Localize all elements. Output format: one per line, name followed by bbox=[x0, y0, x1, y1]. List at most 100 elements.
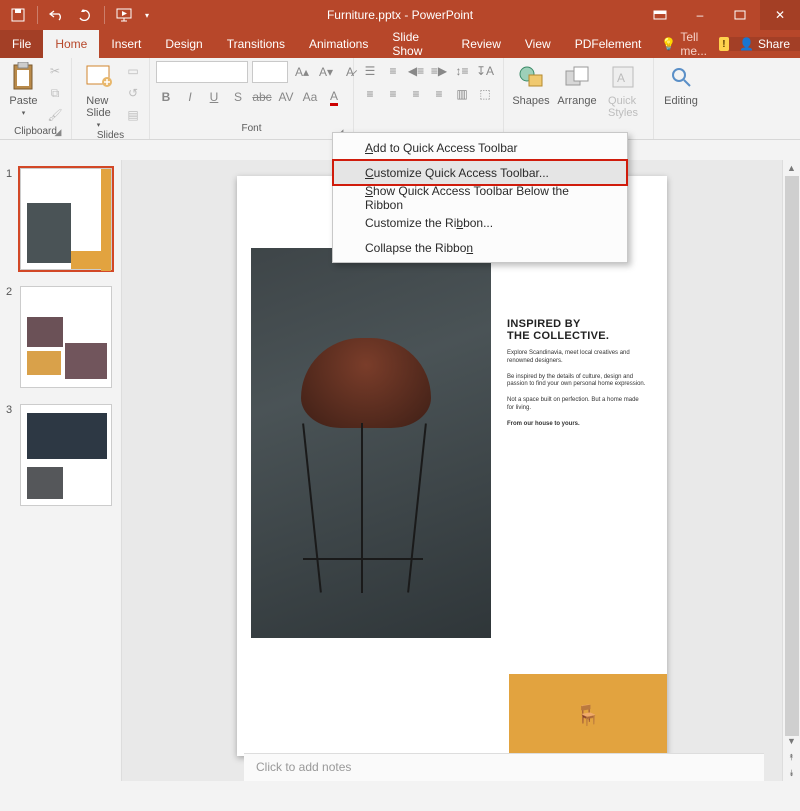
lightbulb-icon: 💡 bbox=[661, 37, 676, 51]
numbering-icon[interactable]: ≡ bbox=[383, 61, 403, 81]
title-bar: ▾ Furniture.pptx - PowerPoint – ✕ bbox=[0, 0, 800, 30]
cm-add-qat[interactable]: Add to Quick Access Toolbar bbox=[333, 135, 627, 160]
thumbnail-2[interactable]: 2 bbox=[6, 286, 115, 388]
slides-group-label: Slides bbox=[78, 129, 143, 141]
scroll-thumb[interactable] bbox=[785, 176, 799, 736]
cm-show-below[interactable]: Show Quick Access Toolbar Below the Ribb… bbox=[333, 185, 627, 210]
font-color-icon[interactable]: A bbox=[324, 87, 344, 107]
change-case-icon[interactable]: Aa bbox=[300, 87, 320, 107]
new-slide-label: New Slide bbox=[86, 95, 110, 119]
tab-file[interactable]: File bbox=[0, 30, 43, 58]
shapes-icon bbox=[515, 61, 547, 93]
align-left-icon[interactable]: ≡ bbox=[360, 84, 380, 104]
warning-icon[interactable]: ! bbox=[719, 37, 729, 51]
columns-icon[interactable]: ▥ bbox=[452, 84, 472, 104]
new-slide-button[interactable]: New Slide ▾ bbox=[78, 61, 119, 129]
bold-button[interactable]: B bbox=[156, 87, 176, 107]
copy-icon[interactable]: ⧉ bbox=[45, 83, 65, 103]
tab-transitions[interactable]: Transitions bbox=[215, 30, 297, 58]
arrange-icon bbox=[561, 61, 593, 93]
tab-pdfelement[interactable]: PDFelement bbox=[563, 30, 654, 58]
cut-icon[interactable]: ✂ bbox=[45, 61, 65, 81]
save-icon[interactable] bbox=[6, 3, 30, 27]
format-painter-icon[interactable]: 🖌 bbox=[45, 105, 65, 125]
ribbon-display-options-icon[interactable] bbox=[640, 0, 680, 30]
slide-para-2: Be inspired by the details of culture, d… bbox=[507, 374, 647, 390]
vertical-scrollbar[interactable]: ▲ ▼ ⯭ ⯯ bbox=[782, 160, 800, 781]
font-size-select[interactable] bbox=[252, 61, 288, 83]
scroll-up-icon[interactable]: ▲ bbox=[783, 160, 800, 176]
minimize-button[interactable]: – bbox=[680, 0, 720, 30]
person-icon: 👤 bbox=[739, 37, 754, 51]
tellme-search[interactable]: 💡 Tell me... bbox=[653, 30, 718, 58]
next-slide-icon[interactable]: ⯯ bbox=[783, 765, 800, 781]
shapes-button[interactable]: Shapes bbox=[510, 61, 552, 107]
tab-view[interactable]: View bbox=[513, 30, 563, 58]
bullets-icon[interactable]: ☰ bbox=[360, 61, 380, 81]
align-right-icon[interactable]: ≡ bbox=[406, 84, 426, 104]
find-icon bbox=[665, 61, 697, 93]
thumbnail-1[interactable]: 1 bbox=[6, 168, 115, 270]
editing-button[interactable]: Editing bbox=[660, 61, 702, 107]
justify-icon[interactable]: ≡ bbox=[429, 84, 449, 104]
redo-icon[interactable] bbox=[73, 3, 97, 27]
undo-icon[interactable] bbox=[45, 3, 69, 27]
cm-customize-qat[interactable]: Customize Quick Access Toolbar... bbox=[333, 160, 627, 185]
notes-pane[interactable]: Click to add notes bbox=[244, 753, 764, 781]
cm-collapse[interactable]: Collapse the Ribbon bbox=[333, 235, 627, 260]
start-slideshow-icon[interactable] bbox=[112, 3, 136, 27]
layout-icon[interactable]: ▭ bbox=[123, 61, 143, 81]
arrange-button[interactable]: Arrange bbox=[556, 61, 598, 107]
shadow-button[interactable]: S bbox=[228, 87, 248, 107]
align-center-icon[interactable]: ≡ bbox=[383, 84, 403, 104]
strikethrough-button[interactable]: abc bbox=[252, 87, 272, 107]
tab-home[interactable]: Home bbox=[43, 30, 99, 58]
share-label: Share bbox=[758, 37, 790, 51]
tab-review[interactable]: Review bbox=[450, 30, 513, 58]
slide-thumbnails-panel[interactable]: 1 2 3 bbox=[0, 160, 122, 781]
reset-icon[interactable]: ↺ bbox=[123, 83, 143, 103]
decrease-font-icon[interactable]: A▾ bbox=[316, 62, 336, 82]
app-name: PowerPoint bbox=[412, 8, 473, 22]
char-spacing-icon[interactable]: AV bbox=[276, 87, 296, 107]
tab-design[interactable]: Design bbox=[153, 30, 214, 58]
text-direction-icon[interactable]: ↧A bbox=[475, 61, 495, 81]
section-icon[interactable]: ▤ bbox=[123, 105, 143, 125]
underline-button[interactable]: U bbox=[204, 87, 224, 107]
italic-button[interactable]: I bbox=[180, 87, 200, 107]
maximize-button[interactable] bbox=[720, 0, 760, 30]
share-button[interactable]: 👤 Share bbox=[729, 37, 800, 51]
filename: Furniture.pptx bbox=[327, 8, 401, 22]
dialog-launcher-icon[interactable]: ◢ bbox=[53, 127, 63, 137]
clipboard-icon bbox=[8, 61, 40, 93]
tellme-label: Tell me... bbox=[680, 30, 710, 58]
qat-dropdown-icon[interactable]: ▾ bbox=[140, 3, 154, 27]
chair-image bbox=[251, 248, 491, 638]
slide-number: 3 bbox=[6, 404, 16, 506]
scroll-track[interactable] bbox=[783, 176, 800, 733]
ribbon-tabs: File Home Insert Design Transitions Anim… bbox=[0, 30, 800, 58]
paste-button[interactable]: Paste ▾ bbox=[6, 61, 41, 117]
smartart-icon[interactable]: ⬚ bbox=[475, 84, 495, 104]
chair-glyph-icon: 🪑 bbox=[576, 703, 601, 728]
group-font: A▴ A▾ A̷ B I U S abc AV Aa A Font◢ bbox=[150, 58, 354, 139]
line-spacing-icon[interactable]: ↕≡ bbox=[452, 61, 472, 81]
quick-styles-label: Quick Styles bbox=[608, 95, 638, 119]
increase-font-icon[interactable]: A▴ bbox=[292, 62, 312, 82]
close-button[interactable]: ✕ bbox=[760, 0, 800, 30]
cm-customize-ribbon[interactable]: Customize the Ribbon... bbox=[333, 210, 627, 235]
group-drawing: Shapes Arrange A Quick Styles bbox=[504, 58, 654, 139]
prev-slide-icon[interactable]: ⯭ bbox=[783, 749, 800, 765]
font-family-select[interactable] bbox=[156, 61, 248, 83]
tab-insert[interactable]: Insert bbox=[99, 30, 153, 58]
quick-styles-button[interactable]: A Quick Styles bbox=[602, 61, 644, 119]
increase-indent-icon[interactable]: ≡▶ bbox=[429, 61, 449, 81]
tab-slideshow[interactable]: Slide Show bbox=[380, 30, 449, 58]
slide-1[interactable]: LOOKBOOK 2019 INSPIRED BY THE COLLECTIVE… bbox=[237, 176, 667, 756]
decrease-indent-icon[interactable]: ◀≡ bbox=[406, 61, 426, 81]
group-editing: Editing bbox=[654, 58, 710, 139]
thumbnail-3[interactable]: 3 bbox=[6, 404, 115, 506]
tab-animations[interactable]: Animations bbox=[297, 30, 380, 58]
group-paragraph: ☰ ≡ ◀≡ ≡▶ ↕≡ ↧A ≡ ≡ ≡ ≡ ▥ ⬚ bbox=[354, 58, 504, 139]
ribbon: Paste ▾ ✂ ⧉ 🖌 Clipboard◢ New Slide ▾ ▭ ↺… bbox=[0, 58, 800, 140]
